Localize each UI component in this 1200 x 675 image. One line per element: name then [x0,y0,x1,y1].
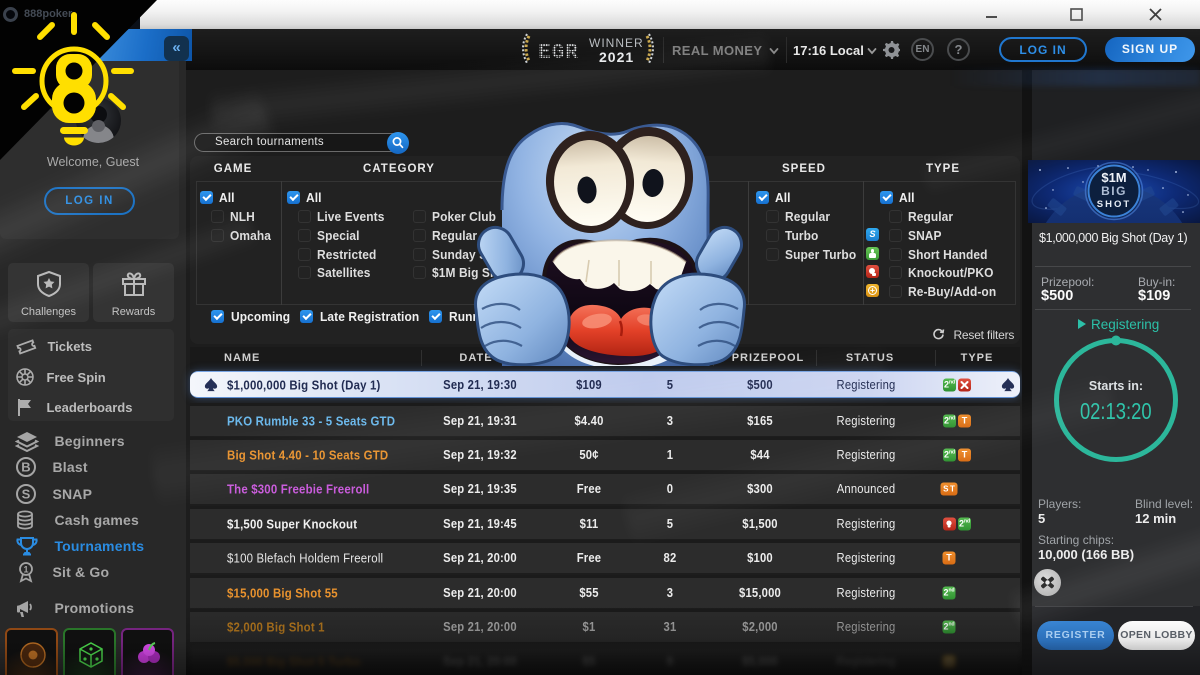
svg-text:WINNER: WINNER [589,36,644,50]
svg-text:1: 1 [23,565,28,575]
svg-text:BIG: BIG [1101,184,1127,198]
svg-text:B: B [21,460,30,475]
svg-text:S: S [22,487,31,502]
svg-text:EGR: EGR [538,42,579,65]
svg-text:2021: 2021 [599,49,634,65]
svg-text:$1M: $1M [1101,170,1126,185]
svg-text:SHOT: SHOT [1097,199,1131,210]
